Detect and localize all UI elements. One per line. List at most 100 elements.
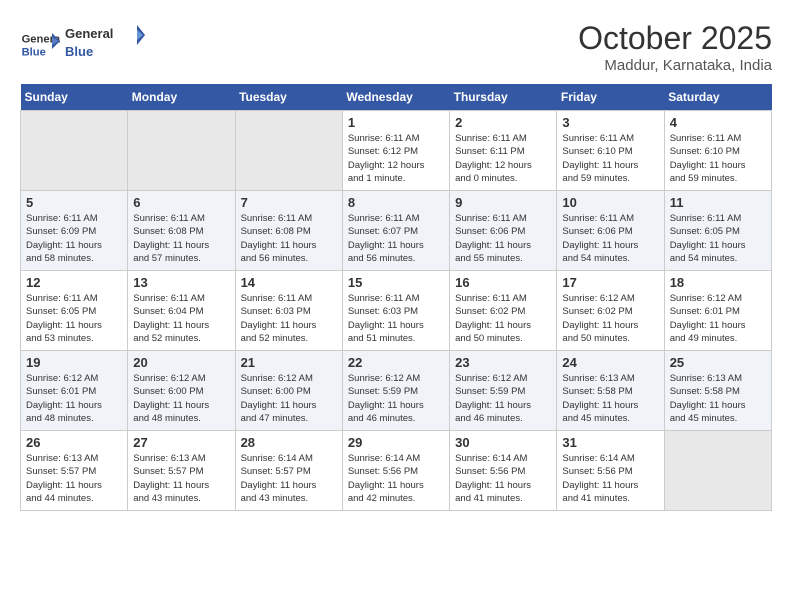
day-number: 9 [455,195,551,210]
calendar-cell [21,111,128,191]
day-info: Sunrise: 6:14 AM Sunset: 5:56 PM Dayligh… [562,452,658,505]
calendar-cell: 11 Sunrise: 6:11 AM Sunset: 6:05 PM Dayli… [664,191,771,271]
day-info: Sunrise: 6:13 AM Sunset: 5:58 PM Dayligh… [562,372,658,425]
day-info: Sunrise: 6:13 AM Sunset: 5:57 PM Dayligh… [133,452,229,505]
day-info: Sunrise: 6:12 AM Sunset: 6:00 PM Dayligh… [241,372,337,425]
day-number: 26 [26,435,122,450]
calendar-week-5: 26 Sunrise: 6:13 AM Sunset: 5:57 PM Dayli… [21,431,772,511]
day-info: Sunrise: 6:14 AM Sunset: 5:57 PM Dayligh… [241,452,337,505]
day-info: Sunrise: 6:11 AM Sunset: 6:05 PM Dayligh… [26,292,122,345]
calendar-cell: 23 Sunrise: 6:12 AM Sunset: 5:59 PM Dayli… [450,351,557,431]
calendar-cell [235,111,342,191]
logo: General Blue General Blue [20,20,145,71]
day-number: 18 [670,275,766,290]
day-number: 3 [562,115,658,130]
calendar-cell: 7 Sunrise: 6:11 AM Sunset: 6:08 PM Daylig… [235,191,342,271]
day-number: 7 [241,195,337,210]
calendar-cell: 16 Sunrise: 6:11 AM Sunset: 6:02 PM Dayli… [450,271,557,351]
day-info: Sunrise: 6:11 AM Sunset: 6:10 PM Dayligh… [562,132,658,185]
weekday-header-row: SundayMondayTuesdayWednesdayThursdayFrid… [21,84,772,111]
calendar-cell: 15Sunrise: 6:11 AM Sunset: 6:03 PM Dayli… [342,271,449,351]
day-number: 29 [348,435,444,450]
calendar-cell: 20 Sunrise: 6:12 AM Sunset: 6:00 PM Dayli… [128,351,235,431]
day-number: 16 [455,275,551,290]
calendar-cell: 28 Sunrise: 6:14 AM Sunset: 5:57 PM Dayli… [235,431,342,511]
day-info: Sunrise: 6:11 AM Sunset: 6:06 PM Dayligh… [455,212,551,265]
day-number: 13 [133,275,229,290]
day-info: Sunrise: 6:13 AM Sunset: 5:57 PM Dayligh… [26,452,122,505]
day-number: 6 [133,195,229,210]
calendar-cell [664,431,771,511]
day-number: 8 [348,195,444,210]
weekday-header-wednesday: Wednesday [342,84,449,111]
calendar-week-2: 5 Sunrise: 6:11 AM Sunset: 6:09 PM Daylig… [21,191,772,271]
calendar-cell: 27Sunrise: 6:13 AM Sunset: 5:57 PM Dayli… [128,431,235,511]
calendar-cell: 24Sunrise: 6:13 AM Sunset: 5:58 PM Dayli… [557,351,664,431]
day-number: 5 [26,195,122,210]
day-info: Sunrise: 6:11 AM Sunset: 6:09 PM Dayligh… [26,212,122,265]
day-number: 15 [348,275,444,290]
calendar-week-3: 12Sunrise: 6:11 AM Sunset: 6:05 PM Dayli… [21,271,772,351]
day-info: Sunrise: 6:11 AM Sunset: 6:08 PM Dayligh… [133,212,229,265]
day-info: Sunrise: 6:13 AM Sunset: 5:58 PM Dayligh… [670,372,766,425]
calendar-cell: 9 Sunrise: 6:11 AM Sunset: 6:06 PM Daylig… [450,191,557,271]
logo-text: General Blue [65,20,145,71]
calendar-cell: 1Sunrise: 6:11 AM Sunset: 6:12 PM Daylig… [342,111,449,191]
day-info: Sunrise: 6:11 AM Sunset: 6:11 PM Dayligh… [455,132,551,185]
day-info: Sunrise: 6:11 AM Sunset: 6:12 PM Dayligh… [348,132,444,185]
svg-text:General: General [65,26,113,41]
day-info: Sunrise: 6:12 AM Sunset: 5:59 PM Dayligh… [455,372,551,425]
day-info: Sunrise: 6:11 AM Sunset: 6:04 PM Dayligh… [133,292,229,345]
day-info: Sunrise: 6:14 AM Sunset: 5:56 PM Dayligh… [455,452,551,505]
day-number: 28 [241,435,337,450]
day-number: 31 [562,435,658,450]
calendar-cell: 31 Sunrise: 6:14 AM Sunset: 5:56 PM Dayli… [557,431,664,511]
day-number: 23 [455,355,551,370]
calendar-cell: 5 Sunrise: 6:11 AM Sunset: 6:09 PM Daylig… [21,191,128,271]
calendar-cell: 4 Sunrise: 6:11 AM Sunset: 6:10 PM Daylig… [664,111,771,191]
day-number: 22 [348,355,444,370]
day-number: 20 [133,355,229,370]
calendar-cell: 14 Sunrise: 6:11 AM Sunset: 6:03 PM Dayli… [235,271,342,351]
calendar-cell: 30 Sunrise: 6:14 AM Sunset: 5:56 PM Dayli… [450,431,557,511]
day-number: 11 [670,195,766,210]
calendar-cell: 19Sunrise: 6:12 AM Sunset: 6:01 PM Dayli… [21,351,128,431]
day-number: 21 [241,355,337,370]
calendar-cell: 21 Sunrise: 6:12 AM Sunset: 6:00 PM Dayli… [235,351,342,431]
calendar-cell: 2 Sunrise: 6:11 AM Sunset: 6:11 PM Daylig… [450,111,557,191]
day-info: Sunrise: 6:11 AM Sunset: 6:03 PM Dayligh… [241,292,337,345]
page-header: General Blue General Blue October 2025 M… [20,20,772,74]
month-title: October 2025 [578,20,772,57]
calendar-cell: 8 Sunrise: 6:11 AM Sunset: 6:07 PM Daylig… [342,191,449,271]
calendar-cell: 25 Sunrise: 6:13 AM Sunset: 5:58 PM Dayli… [664,351,771,431]
day-number: 2 [455,115,551,130]
day-info: Sunrise: 6:11 AM Sunset: 6:07 PM Dayligh… [348,212,444,265]
day-info: Sunrise: 6:11 AM Sunset: 6:02 PM Dayligh… [455,292,551,345]
calendar-week-4: 19Sunrise: 6:12 AM Sunset: 6:01 PM Dayli… [21,351,772,431]
day-info: Sunrise: 6:11 AM Sunset: 6:08 PM Dayligh… [241,212,337,265]
weekday-header-friday: Friday [557,84,664,111]
day-info: Sunrise: 6:12 AM Sunset: 6:02 PM Dayligh… [562,292,658,345]
day-info: Sunrise: 6:12 AM Sunset: 6:01 PM Dayligh… [670,292,766,345]
calendar-cell: 17 Sunrise: 6:12 AM Sunset: 6:02 PM Dayli… [557,271,664,351]
day-number: 10 [562,195,658,210]
day-info: Sunrise: 6:12 AM Sunset: 6:00 PM Dayligh… [133,372,229,425]
calendar-cell: 18 Sunrise: 6:12 AM Sunset: 6:01 PM Dayli… [664,271,771,351]
day-number: 14 [241,275,337,290]
logo-icon: General Blue [20,25,60,65]
day-info: Sunrise: 6:11 AM Sunset: 6:10 PM Dayligh… [670,132,766,185]
calendar-table: SundayMondayTuesdayWednesdayThursdayFrid… [20,84,772,511]
svg-text:Blue: Blue [22,47,46,59]
calendar-cell: 26 Sunrise: 6:13 AM Sunset: 5:57 PM Dayli… [21,431,128,511]
day-number: 30 [455,435,551,450]
weekday-header-monday: Monday [128,84,235,111]
day-info: Sunrise: 6:12 AM Sunset: 6:01 PM Dayligh… [26,372,122,425]
day-info: Sunrise: 6:11 AM Sunset: 6:05 PM Dayligh… [670,212,766,265]
day-number: 25 [670,355,766,370]
calendar-cell: 12Sunrise: 6:11 AM Sunset: 6:05 PM Dayli… [21,271,128,351]
day-number: 17 [562,275,658,290]
day-number: 4 [670,115,766,130]
calendar-cell: 22Sunrise: 6:12 AM Sunset: 5:59 PM Dayli… [342,351,449,431]
calendar-cell: 13 Sunrise: 6:11 AM Sunset: 6:04 PM Dayli… [128,271,235,351]
location: Maddur, Karnataka, India [578,57,772,74]
